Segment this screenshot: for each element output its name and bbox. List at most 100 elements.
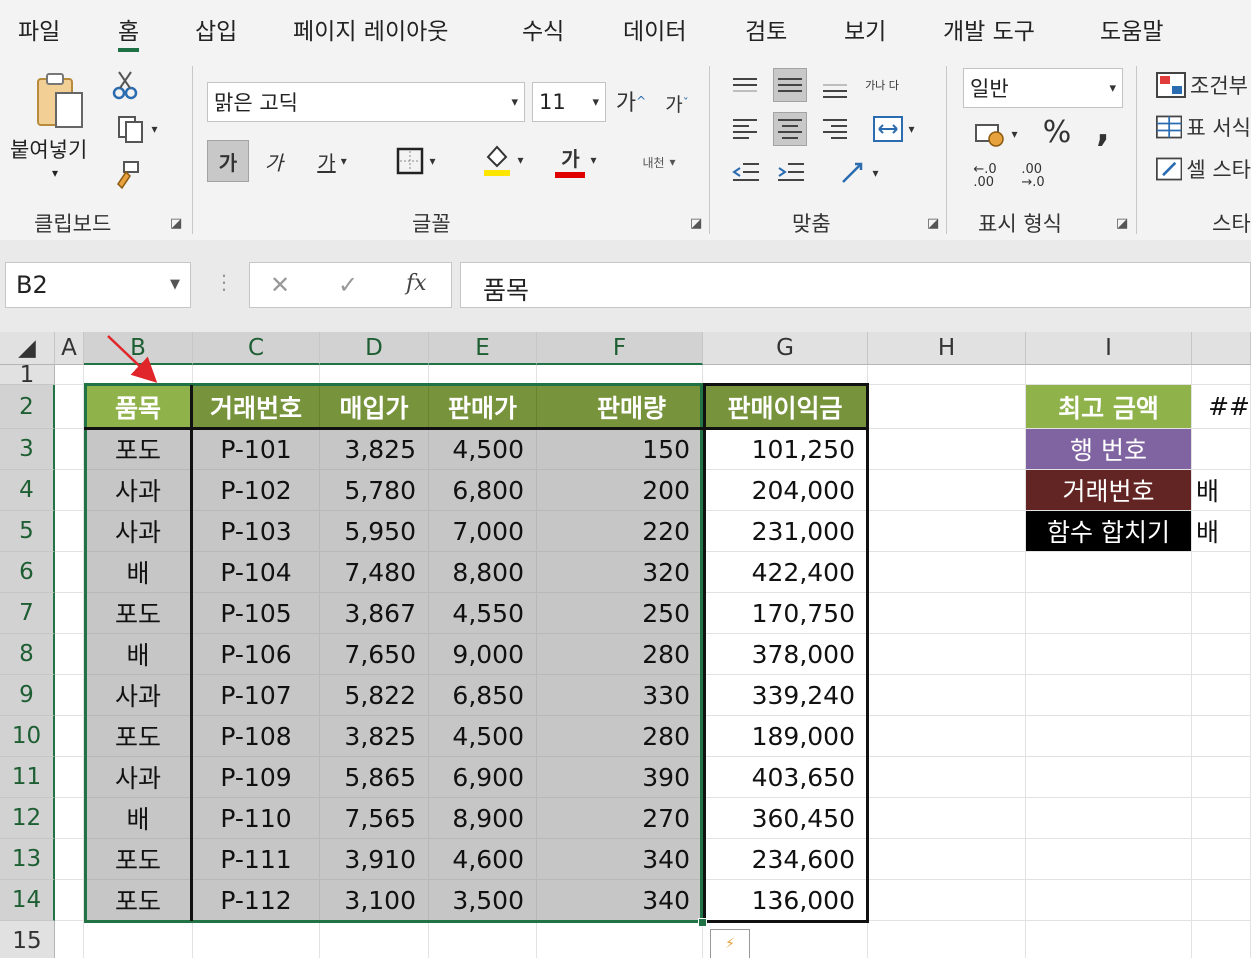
table-cell[interactable]: 9,000 [429, 634, 537, 675]
font-name-select[interactable]: 맑은 고딕 ▾ [207, 82, 525, 122]
table-cell[interactable]: 3,500 [429, 880, 537, 921]
alignment-launcher-icon[interactable]: ◪ [927, 216, 939, 231]
empty-cell[interactable] [1192, 798, 1251, 839]
empty-cell[interactable] [1192, 880, 1251, 921]
empty-cell[interactable] [868, 839, 1026, 880]
row-header-8[interactable]: 8 [0, 634, 55, 675]
empty-cell[interactable] [1192, 675, 1251, 716]
empty-cell[interactable] [1192, 552, 1251, 593]
table-cell[interactable]: 189,000 [703, 716, 868, 757]
table-cell[interactable]: 3,825 [320, 716, 429, 757]
font-size-select[interactable]: 11 ▾ [532, 82, 606, 122]
align-bottom-icon[interactable] [818, 74, 852, 108]
empty-cell[interactable] [429, 921, 537, 958]
paste-icon[interactable] [30, 70, 90, 132]
table-cell[interactable]: 150 [537, 429, 703, 470]
align-right-icon[interactable] [818, 112, 852, 146]
formula-input[interactable]: 품목 [460, 262, 1251, 308]
table-cell[interactable]: 포도 [84, 429, 193, 470]
align-middle-icon[interactable] [773, 68, 807, 102]
table-cell[interactable]: 배 [84, 798, 193, 839]
side-value-cell[interactable]: ## [1192, 385, 1251, 429]
table-cell[interactable]: P-108 [193, 716, 320, 757]
empty-cell[interactable] [55, 470, 84, 511]
table-cell[interactable]: P-111 [193, 839, 320, 880]
table-cell[interactable]: 422,400 [703, 552, 868, 593]
empty-cell[interactable] [868, 716, 1026, 757]
font-color-button[interactable]: 가 ▾ [545, 138, 607, 182]
table-cell[interactable]: 사과 [84, 757, 193, 798]
empty-cell[interactable] [320, 365, 429, 385]
empty-cell[interactable] [1026, 921, 1192, 958]
wrap-text-button[interactable]: 가나 다 [862, 66, 902, 106]
empty-cell[interactable] [868, 429, 1026, 470]
empty-cell[interactable] [55, 365, 84, 385]
tab-page-layout[interactable]: 페이지 레이아웃 [293, 12, 448, 46]
merge-center-button[interactable]: ▾ [862, 112, 926, 146]
column-header-i[interactable]: I [1026, 332, 1192, 365]
empty-cell[interactable] [320, 921, 429, 958]
empty-cell[interactable] [1026, 365, 1192, 385]
column-header-e[interactable]: E [429, 332, 537, 365]
table-cell[interactable]: 7,565 [320, 798, 429, 839]
tab-view[interactable]: 보기 [844, 12, 886, 46]
insert-function-icon[interactable]: fx [406, 271, 427, 296]
empty-cell[interactable] [55, 880, 84, 921]
more-options-icon[interactable]: ⋮ [214, 270, 234, 294]
empty-cell[interactable] [537, 365, 703, 385]
empty-cell[interactable] [55, 675, 84, 716]
table-cell[interactable]: 사과 [84, 511, 193, 552]
table-cell[interactable]: 136,000 [703, 880, 868, 921]
table-cell[interactable]: 170,750 [703, 593, 868, 634]
table-cell[interactable]: 6,900 [429, 757, 537, 798]
tab-file[interactable]: 파일 [18, 12, 60, 46]
empty-cell[interactable] [868, 757, 1026, 798]
table-cell[interactable]: 101,250 [703, 429, 868, 470]
table-cell[interactable]: P-107 [193, 675, 320, 716]
format-as-table-button[interactable]: 표 서식 [1156, 110, 1251, 144]
empty-cell[interactable] [1026, 716, 1192, 757]
empty-cell[interactable] [84, 921, 193, 958]
table-cell[interactable]: 3,910 [320, 839, 429, 880]
align-left-icon[interactable] [728, 112, 762, 146]
table-cell[interactable]: P-109 [193, 757, 320, 798]
side-label-cell[interactable]: 함수 합치기 [1026, 511, 1192, 552]
empty-cell[interactable] [1192, 634, 1251, 675]
cancel-icon[interactable]: ✕ [270, 271, 290, 299]
empty-cell[interactable] [55, 385, 84, 429]
empty-cell[interactable] [1192, 365, 1251, 385]
phonetic-button[interactable]: 내천 ▾ [628, 142, 690, 182]
side-label-cell[interactable]: 거래번호 [1026, 470, 1192, 511]
table-cell[interactable]: 231,000 [703, 511, 868, 552]
column-header-f[interactable]: F [537, 332, 703, 365]
column-header-j[interactable] [1192, 332, 1251, 365]
table-header-cell[interactable]: 매입가 [320, 385, 429, 429]
comma-button[interactable]: , [1086, 108, 1120, 150]
table-cell[interactable]: 330 [537, 675, 703, 716]
empty-cell[interactable] [1192, 716, 1251, 757]
table-cell[interactable]: 280 [537, 634, 703, 675]
table-cell[interactable]: 5,950 [320, 511, 429, 552]
row-header-9[interactable]: 9 [0, 675, 55, 716]
row-header-10[interactable]: 10 [0, 716, 55, 757]
empty-cell[interactable] [868, 593, 1026, 634]
row-header-7[interactable]: 7 [0, 593, 55, 634]
increase-decimal-icon[interactable]: ←.0.00 [965, 158, 1005, 194]
row-header-3[interactable]: 3 [0, 429, 55, 470]
table-cell[interactable]: 340 [537, 839, 703, 880]
column-header-h[interactable]: H [868, 332, 1026, 365]
empty-cell[interactable] [1026, 675, 1192, 716]
bold-button[interactable]: 가 [207, 140, 249, 182]
table-cell[interactable]: P-104 [193, 552, 320, 593]
table-cell[interactable]: 360,450 [703, 798, 868, 839]
table-cell[interactable]: 339,240 [703, 675, 868, 716]
table-cell[interactable]: 4,600 [429, 839, 537, 880]
empty-cell[interactable] [55, 511, 84, 552]
paste-label[interactable]: 붙여넣기 [10, 134, 87, 164]
table-cell[interactable]: 배 [84, 552, 193, 593]
profit-header-cell[interactable]: 판매이익금 [703, 385, 868, 429]
copy-icon[interactable]: ▾ [110, 114, 164, 144]
table-cell[interactable]: 403,650 [703, 757, 868, 798]
table-cell[interactable]: 3,825 [320, 429, 429, 470]
empty-cell[interactable] [55, 839, 84, 880]
